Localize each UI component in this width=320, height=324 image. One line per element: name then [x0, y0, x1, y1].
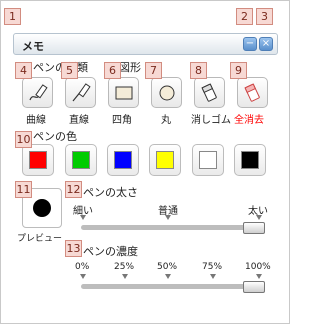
tool-curve-label: 曲線 [26, 115, 46, 126]
tool-rect-label: 四角 [112, 115, 132, 126]
opacity-tick-50: 50% [157, 262, 178, 272]
tool-line-label: 直線 [69, 115, 89, 126]
pen-width-slider[interactable] [81, 225, 263, 230]
close-button[interactable]: × [259, 37, 273, 51]
opacity-tick-mark-75 [210, 274, 216, 279]
width-tick-mark-thin [80, 215, 86, 220]
tool-clear-all-button[interactable] [237, 77, 268, 108]
opacity-tick-mark-0 [80, 274, 86, 279]
tool-rect-button[interactable] [108, 77, 139, 108]
color-chip [72, 151, 90, 169]
width-tick-mark-normal [165, 215, 171, 220]
pen-opacity-slider[interactable] [81, 284, 263, 289]
pen-width-slider-thumb[interactable] [243, 222, 265, 234]
callout-3: 3 [256, 8, 273, 25]
eraser-icon [201, 83, 217, 102]
title-bar[interactable]: メモ − × [13, 33, 278, 55]
color-swatch-red[interactable] [22, 144, 54, 176]
callout-5: 5 [61, 62, 78, 79]
opacity-tick-100: 100% [245, 262, 271, 272]
color-chip [114, 151, 132, 169]
opacity-tick-mark-25 [122, 274, 128, 279]
color-swatch-white[interactable] [192, 144, 224, 176]
rectangle-icon [115, 86, 133, 100]
tool-curve-button[interactable] [22, 77, 53, 108]
width-tick-mark-thick [256, 215, 262, 220]
tool-circle-button[interactable] [151, 77, 182, 108]
opacity-tick-mark-50 [165, 274, 171, 279]
tool-circle-label: 丸 [161, 115, 171, 126]
section-pen-color: ペンの色 [33, 130, 77, 143]
eraser-red-icon [244, 83, 260, 102]
color-chip [241, 151, 259, 169]
opacity-tick-75: 75% [202, 262, 223, 272]
tool-line-button[interactable] [65, 77, 96, 108]
opacity-tick-25: 25% [114, 262, 135, 272]
callout-8: 8 [190, 62, 207, 79]
callout-11: 11 [15, 181, 32, 198]
pencil-curve-icon [29, 84, 48, 101]
color-chip [29, 151, 47, 169]
section-pen-width: ペンの太さ [83, 186, 138, 199]
callout-2: 2 [236, 8, 253, 25]
window-title: メモ [22, 40, 44, 53]
callout-13: 13 [65, 240, 82, 257]
color-swatch-blue[interactable] [107, 144, 139, 176]
color-swatch-green[interactable] [65, 144, 97, 176]
color-swatch-black[interactable] [234, 144, 266, 176]
callout-9: 9 [230, 62, 247, 79]
color-swatch-yellow[interactable] [149, 144, 181, 176]
pen-opacity-slider-thumb[interactable] [243, 281, 265, 293]
section-pen-opacity: ペンの濃度 [83, 245, 138, 258]
section-shapes: 図形 [119, 61, 141, 74]
callout-6: 6 [104, 62, 121, 79]
pencil-line-icon [72, 83, 91, 102]
callout-10: 10 [15, 131, 32, 148]
tool-eraser-button[interactable] [194, 77, 225, 108]
color-chip [156, 151, 174, 169]
memo-panel: 1 2 3 メモ − × ペンの種類 図形 4 曲線 5 直線 6 四角 7 [0, 0, 290, 324]
minimize-button[interactable]: − [243, 37, 257, 51]
preview-label: プレビュー [17, 234, 63, 244]
color-chip [199, 151, 217, 169]
tool-clear-all-label: 全消去 [234, 115, 264, 126]
opacity-tick-0: 0% [75, 262, 90, 272]
preview-dot [33, 199, 51, 217]
callout-4: 4 [15, 62, 32, 79]
callout-1: 1 [4, 8, 21, 25]
circle-icon [159, 85, 175, 101]
tool-eraser-label: 消しゴム [191, 115, 231, 126]
callout-7: 7 [145, 62, 162, 79]
callout-12: 12 [65, 181, 82, 198]
opacity-tick-mark-100 [256, 274, 262, 279]
